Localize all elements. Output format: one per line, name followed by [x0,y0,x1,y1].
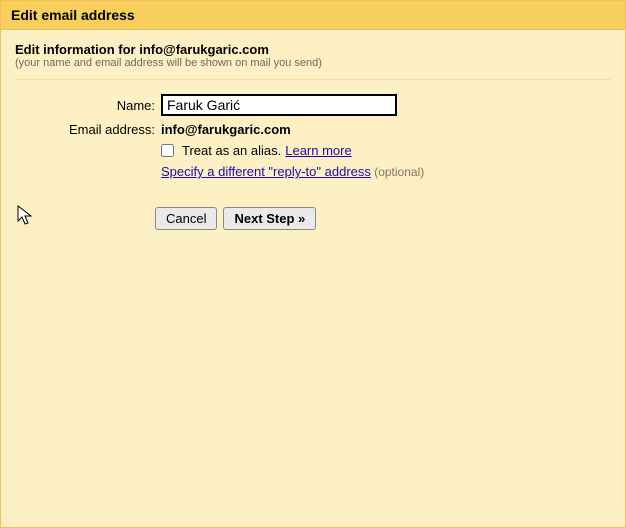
dialog-window: Edit email address Edit information for … [0,0,626,528]
next-step-button[interactable]: Next Step » [223,207,316,230]
row-replyto: Specify a different "reply-to" address (… [15,164,611,179]
subheader-secondary: (your name and email address will be sho… [15,57,611,69]
name-label: Name: [15,98,161,113]
dialog-content: Edit information for info@farukgaric.com… [1,30,625,240]
learn-more-link[interactable]: Learn more [285,143,351,158]
form-area: Name: Email address: info@farukgaric.com… [15,94,611,230]
optional-text: (optional) [371,165,424,179]
email-value: info@farukgaric.com [161,122,291,137]
cancel-button[interactable]: Cancel [155,207,217,230]
button-row: Cancel Next Step » [155,207,611,230]
row-alias: Treat as an alias. Learn more [15,143,611,158]
separator [15,79,611,80]
alias-checkbox-label: Treat as an alias. [182,143,281,158]
row-name: Name: [15,94,611,116]
row-email: Email address: info@farukgaric.com [15,122,611,137]
subheader-primary: Edit information for info@farukgaric.com [15,42,611,57]
email-label: Email address: [15,122,161,137]
alias-checkbox[interactable] [161,144,174,157]
dialog-title: Edit email address [1,1,625,30]
reply-to-link[interactable]: Specify a different "reply-to" address [161,164,371,179]
name-input[interactable] [161,94,397,116]
